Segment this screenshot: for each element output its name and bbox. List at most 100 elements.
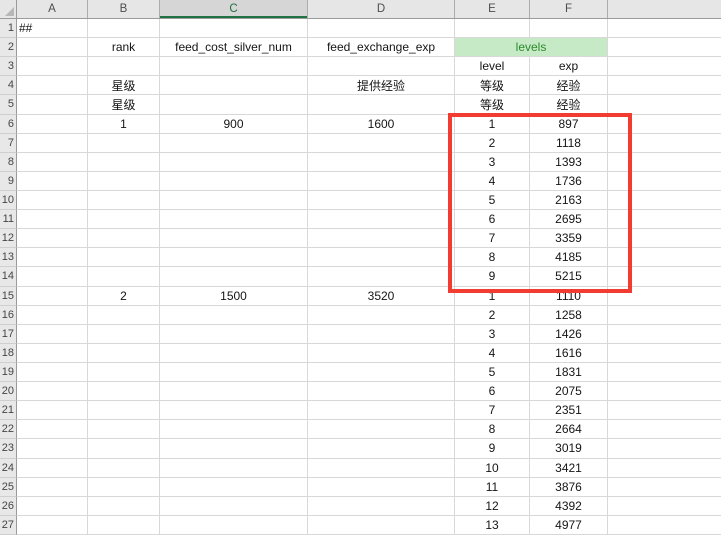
row-header-13[interactable]: 13 [0,248,17,267]
cell-C25[interactable] [160,478,308,497]
cell-D23[interactable] [308,439,455,458]
cell-G5[interactable] [608,95,721,114]
cell-E23[interactable]: 9 [455,439,530,458]
cell-C1[interactable] [160,19,308,38]
cell-B5[interactable]: 星级 [88,95,160,114]
cell-A21[interactable] [17,401,88,420]
cell-E6[interactable]: 1 [455,115,530,134]
cell-B20[interactable] [88,382,160,401]
cell-C20[interactable] [160,382,308,401]
cell-D19[interactable] [308,363,455,382]
cell-G1[interactable] [608,19,721,38]
cell-E26[interactable]: 12 [455,497,530,516]
cell-D4[interactable]: 提供经验 [308,76,455,95]
cell-B21[interactable] [88,401,160,420]
cell-B18[interactable] [88,344,160,363]
cell-F11[interactable]: 2695 [530,210,608,229]
cell-B14[interactable] [88,267,160,286]
cell-G19[interactable] [608,363,721,382]
cell-B12[interactable] [88,229,160,248]
column-header-C[interactable]: C [160,0,308,18]
row-header-4[interactable]: 4 [0,76,17,95]
cell-G2[interactable] [608,38,721,57]
cell-D20[interactable] [308,382,455,401]
cell-B10[interactable] [88,191,160,210]
cell-C14[interactable] [160,267,308,286]
row-header-19[interactable]: 19 [0,363,17,382]
cell-C22[interactable] [160,420,308,439]
cell-G27[interactable] [608,516,721,535]
cell-G11[interactable] [608,210,721,229]
cell-F8[interactable]: 1393 [530,153,608,172]
row-header-26[interactable]: 26 [0,497,17,516]
cell-C17[interactable] [160,325,308,344]
cell-G16[interactable] [608,306,721,325]
cell-G24[interactable] [608,459,721,478]
cell-D12[interactable] [308,229,455,248]
row-header-20[interactable]: 20 [0,382,17,401]
row-header-27[interactable]: 27 [0,516,17,535]
cell-A19[interactable] [17,363,88,382]
cell-E22[interactable]: 8 [455,420,530,439]
cell-E7[interactable]: 2 [455,134,530,153]
cell-G22[interactable] [608,420,721,439]
cell-C26[interactable] [160,497,308,516]
row-header-5[interactable]: 5 [0,95,17,114]
cell-A3[interactable] [17,57,88,76]
cell-D7[interactable] [308,134,455,153]
row-header-24[interactable]: 24 [0,459,17,478]
cell-D2[interactable]: feed_exchange_exp [308,38,455,57]
cell-G25[interactable] [608,478,721,497]
cell-G13[interactable] [608,248,721,267]
column-header-D[interactable]: D [308,0,455,18]
cell-C21[interactable] [160,401,308,420]
cell-D13[interactable] [308,248,455,267]
cell-E10[interactable]: 5 [455,191,530,210]
cell-F27[interactable]: 4977 [530,516,608,535]
cell-E24[interactable]: 10 [455,459,530,478]
cell-B7[interactable] [88,134,160,153]
row-header-17[interactable]: 17 [0,325,17,344]
cell-A2[interactable] [17,38,88,57]
row-header-22[interactable]: 22 [0,420,17,439]
row-header-14[interactable]: 14 [0,267,17,286]
cell-D15[interactable]: 3520 [308,287,455,306]
cell-F10[interactable]: 2163 [530,191,608,210]
cell-A14[interactable] [17,267,88,286]
cell-B22[interactable] [88,420,160,439]
cell-B9[interactable] [88,172,160,191]
cell-A4[interactable] [17,76,88,95]
cell-A12[interactable] [17,229,88,248]
cell-E15[interactable]: 1 [455,287,530,306]
cell-D27[interactable] [308,516,455,535]
cell-A9[interactable] [17,172,88,191]
cell-E27[interactable]: 13 [455,516,530,535]
cell-A24[interactable] [17,459,88,478]
cell-A1[interactable]: ## [17,19,88,38]
row-header-11[interactable]: 11 [0,210,17,229]
cell-C5[interactable] [160,95,308,114]
row-header-1[interactable]: 1 [0,19,17,38]
cell-G23[interactable] [608,439,721,458]
cell-B15[interactable]: 2 [88,287,160,306]
cell-G10[interactable] [608,191,721,210]
cell-B3[interactable] [88,57,160,76]
cell-C4[interactable] [160,76,308,95]
cell-F21[interactable]: 2351 [530,401,608,420]
row-header-16[interactable]: 16 [0,306,17,325]
cell-C15[interactable]: 1500 [160,287,308,306]
cell-C12[interactable] [160,229,308,248]
cell-D22[interactable] [308,420,455,439]
cell-B27[interactable] [88,516,160,535]
cell-C24[interactable] [160,459,308,478]
row-header-3[interactable]: 3 [0,57,17,76]
cell-A25[interactable] [17,478,88,497]
row-header-8[interactable]: 8 [0,153,17,172]
cell-F5[interactable]: 经验 [530,95,608,114]
cell-D11[interactable] [308,210,455,229]
row-header-10[interactable]: 10 [0,191,17,210]
cell-E18[interactable]: 4 [455,344,530,363]
cell-E19[interactable]: 5 [455,363,530,382]
cell-G4[interactable] [608,76,721,95]
cell-F9[interactable]: 1736 [530,172,608,191]
